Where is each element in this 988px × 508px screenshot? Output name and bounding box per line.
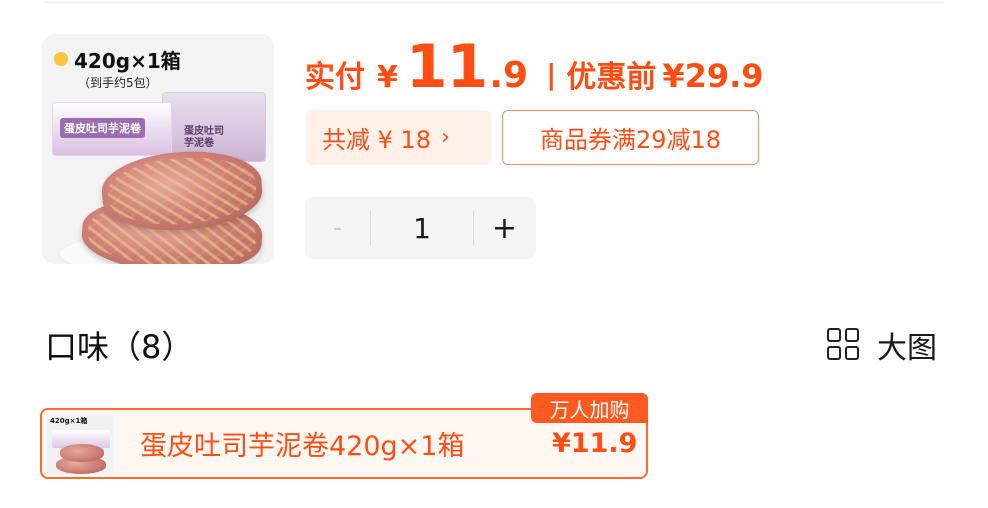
product-image[interactable]: 420g×1箱 （到手约5包） 蛋皮吐司芋泥卷 蛋皮吐司芋泥卷	[42, 34, 274, 264]
thumbnail-roll-image	[60, 444, 104, 462]
pay-currency: ¥	[377, 60, 398, 95]
original-price: ¥29.9	[662, 57, 764, 95]
product-spec: 420g×1箱	[74, 49, 181, 73]
package-box-label: 蛋皮吐司芋泥卷	[184, 126, 224, 149]
spec-dot-icon	[54, 52, 68, 66]
product-spec-sub: （到手约5包）	[78, 76, 158, 90]
package-bag-label: 蛋皮吐司芋泥卷	[60, 118, 145, 138]
popular-badge: 万人加购	[531, 393, 648, 423]
total-discount-label: 共减 ¥ 18	[322, 126, 432, 154]
decrease-button[interactable]: -	[305, 197, 370, 259]
flavor-section-title: 口味（8）	[45, 328, 194, 366]
top-divider	[44, 2, 944, 3]
coupon-label: 商品券满29减18	[539, 126, 722, 154]
view-toggle-label: 大图	[877, 331, 937, 366]
grid-icon	[827, 328, 861, 362]
chevron-right-icon: ›	[441, 125, 450, 150]
thumbnail-spec: 420g×1箱	[50, 417, 88, 425]
pay-price-decimal: .9	[489, 55, 529, 96]
price-row: 实付 ¥ 11 .9 | 优惠前 ¥29.9	[305, 32, 764, 102]
pay-price-integer: 11	[405, 32, 488, 102]
flavor-option-thumbnail: 420g×1箱	[46, 414, 114, 474]
increase-button[interactable]: +	[473, 197, 536, 259]
original-price-label: 优惠前	[566, 60, 657, 95]
total-discount-button[interactable]: 共减 ¥ 18 ›	[306, 110, 491, 165]
quantity-stepper: - 1 +	[305, 197, 536, 259]
pay-label: 实付	[305, 60, 365, 95]
large-image-view-toggle[interactable]: 大图	[827, 325, 937, 366]
price-separator: |	[546, 58, 557, 91]
quantity-value[interactable]: 1	[371, 197, 473, 259]
flavor-option-name: 蛋皮吐司芋泥卷420g×1箱	[140, 431, 465, 462]
coupon-tag: 商品券满29减18	[502, 110, 759, 165]
